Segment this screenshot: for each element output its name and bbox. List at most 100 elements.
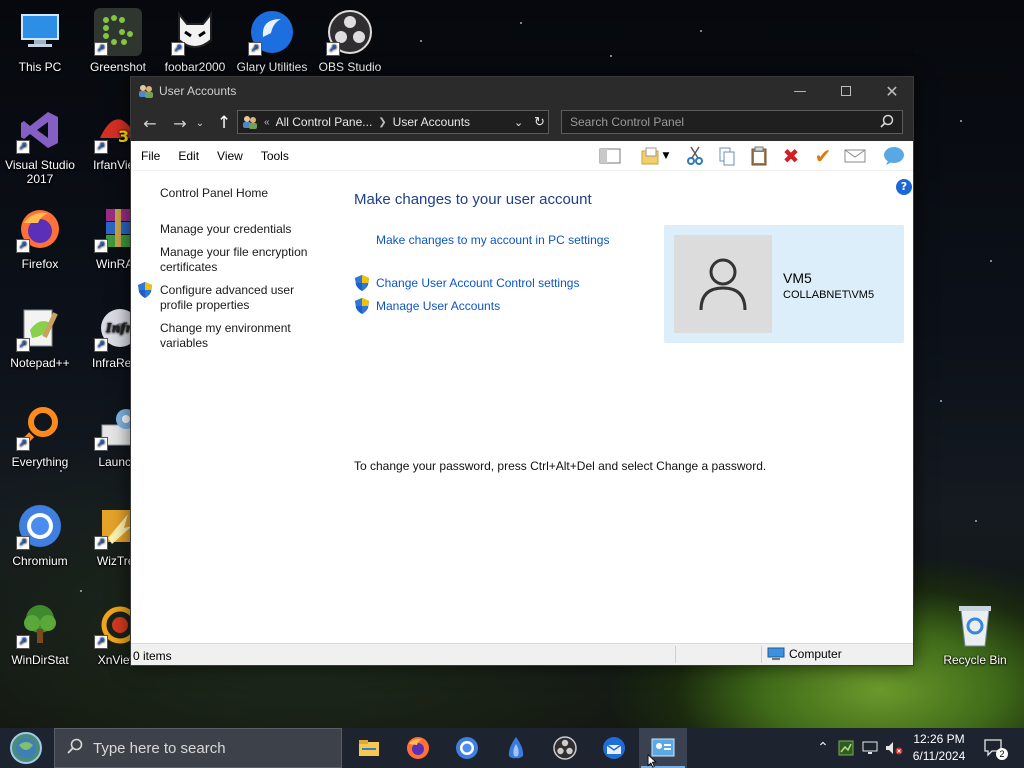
avatar — [674, 235, 772, 333]
breadcrumb-overflow[interactable]: « — [264, 117, 270, 128]
forward-button[interactable]: → — [167, 110, 193, 136]
envelope-icon — [844, 149, 866, 163]
tray-chart-icon — [838, 740, 854, 756]
cut-button[interactable] — [682, 144, 708, 168]
taskbar-obs-studio[interactable] — [541, 728, 589, 768]
close-button[interactable]: ✕ — [869, 77, 915, 105]
paste-icon — [751, 146, 767, 166]
taskbar-thunderbird[interactable] — [590, 728, 638, 768]
recent-locations-button[interactable]: ⌄ — [193, 110, 207, 136]
desktop-icon-everything[interactable]: ↗ Everything — [0, 403, 80, 469]
obs-studio-icon: ↗ — [326, 8, 374, 56]
delete-x-icon: ✖ — [782, 144, 800, 168]
desktop-icon-this-pc[interactable]: This PC — [0, 8, 80, 74]
breadcrumb-all-control-panel[interactable]: All Control Pane... — [276, 115, 373, 129]
taskbar-clock[interactable]: 12:26 PM 6/11/2024 — [904, 731, 974, 765]
windirstat-icon: ↗ — [16, 601, 64, 649]
control-panel-home-link[interactable]: Control Panel Home — [160, 186, 335, 201]
email-button[interactable] — [842, 144, 868, 168]
menu-view[interactable]: View — [208, 149, 252, 163]
user-accounts-window: User Accounts — ✕ ← → ⌄ ↑ « All Control — [130, 76, 914, 666]
desktop-icon-recycle-bin[interactable]: Recycle Bin — [935, 601, 1015, 667]
manage-user-accounts-link[interactable]: Manage User Accounts — [376, 299, 500, 313]
user-account-card: VM5 COLLABNET\VM5 — [664, 225, 904, 343]
show-hidden-icons-button[interactable]: ⌃ — [812, 728, 834, 768]
breadcrumb-user-accounts[interactable]: User Accounts — [393, 115, 470, 129]
network-button[interactable] — [859, 728, 881, 768]
address-bar[interactable]: « All Control Pane... ❯ User Accounts ⌄ … — [237, 110, 549, 134]
firefox-icon: ↗ — [16, 205, 64, 253]
menu-tools[interactable]: Tools — [252, 149, 298, 163]
taskbar-chromium[interactable] — [443, 728, 491, 768]
desktop-icon-windirstat[interactable]: ↗ WinDirStat — [0, 601, 80, 667]
search-control-panel-input[interactable]: Search Control Panel — [561, 110, 903, 134]
preview-pane-icon — [599, 148, 621, 164]
network-icon — [862, 741, 878, 754]
item-count: 0 items — [133, 649, 172, 663]
file-encryption-certificates-link[interactable]: Manage your file encryption certificates — [160, 245, 325, 275]
user-name: VM5 — [783, 270, 812, 286]
copy-button[interactable] — [714, 144, 740, 168]
desktop-icon-foobar2000[interactable]: ↗ foobar2000 — [155, 8, 235, 74]
address-dropdown-icon[interactable]: ⌄ — [514, 116, 523, 129]
start-button[interactable] — [6, 731, 46, 765]
paste-button[interactable] — [746, 144, 772, 168]
manage-credentials-link[interactable]: Manage your credentials — [160, 222, 335, 237]
mouse-cursor-icon — [647, 754, 657, 768]
visual-studio-icon: ↗ — [16, 106, 64, 154]
tray-app-icon[interactable] — [835, 728, 857, 768]
delete-button[interactable]: ✖ — [778, 144, 804, 168]
title-bar[interactable]: User Accounts — ✕ — [131, 77, 913, 105]
chevron-up-icon: ⌃ — [817, 740, 829, 756]
user-silhouette-icon — [699, 258, 747, 311]
chat-button[interactable] — [881, 144, 907, 168]
pc-settings-link[interactable]: Make changes to my account in PC setting… — [376, 233, 609, 247]
properties-check-button[interactable]: ✔ — [810, 144, 836, 168]
desktop-icon-chromium[interactable]: ↗ Chromium — [0, 502, 80, 568]
taskbar-search-input[interactable]: Type here to search — [54, 728, 342, 768]
menu-bar: File Edit View Tools ▼ ✖ ✔ — [131, 141, 913, 171]
left-navigation-pane: Control Panel Home Manage your credentia… — [131, 171, 331, 641]
uac-settings-link[interactable]: Change User Account Control settings — [376, 276, 579, 290]
maximize-button[interactable] — [823, 77, 869, 105]
status-divider — [761, 646, 762, 663]
taskbar-app-blue-flame[interactable] — [492, 728, 540, 768]
back-button[interactable]: ← — [137, 110, 163, 136]
desktop-icon-obs-studio[interactable]: ↗ OBS Studio — [310, 8, 390, 74]
refresh-icon[interactable]: ↻ — [534, 114, 545, 130]
status-zone-label: Computer — [789, 647, 842, 661]
thunderbird-icon — [603, 737, 625, 759]
volume-button[interactable] — [883, 728, 905, 768]
advanced-user-profile-link[interactable]: Configure advanced user profile properti… — [160, 283, 315, 313]
action-center-button[interactable]: 2 — [982, 728, 1008, 768]
computer-icon — [767, 647, 785, 660]
uac-shield-icon — [355, 275, 369, 291]
search-icon[interactable] — [880, 114, 894, 131]
desktop-icon-notepadpp[interactable]: ↗ Notepad++ — [0, 304, 80, 370]
notification-badge: 2 — [996, 748, 1008, 760]
file-explorer-icon — [359, 740, 379, 756]
notepadpp-icon: ↗ — [16, 304, 64, 352]
taskbar-file-explorer[interactable] — [345, 728, 393, 768]
status-divider — [675, 646, 676, 663]
everything-icon: ↗ — [16, 403, 64, 451]
preview-pane-button[interactable] — [597, 144, 623, 168]
uac-shield-icon — [138, 282, 152, 298]
desktop-icon-visual-studio[interactable]: ↗ Visual Studio 2017 — [0, 106, 80, 186]
taskbar-firefox[interactable] — [394, 728, 442, 768]
foobar2000-icon: ↗ — [171, 8, 219, 56]
taskbar: Type here to search ⌃ 12:26 PM 6/11/2024… — [0, 728, 1024, 768]
organize-dropdown-button[interactable]: ▼ — [659, 144, 673, 168]
start-orb-icon — [10, 732, 42, 764]
minimize-button[interactable]: — — [777, 77, 823, 105]
desktop-icon-glary-utilities[interactable]: ↗ Glary Utilities — [232, 8, 312, 74]
search-icon — [67, 738, 83, 759]
environment-variables-link[interactable]: Change my environment variables — [160, 321, 310, 351]
desktop-icon-greenshot[interactable]: ↗ Greenshot — [78, 8, 158, 74]
folder-icon — [641, 147, 659, 165]
up-button[interactable]: ↑ — [211, 110, 237, 136]
menu-file[interactable]: File — [131, 149, 169, 163]
help-icon[interactable]: ? — [896, 179, 912, 195]
menu-edit[interactable]: Edit — [169, 149, 208, 163]
desktop-icon-firefox[interactable]: ↗ Firefox — [0, 205, 80, 271]
